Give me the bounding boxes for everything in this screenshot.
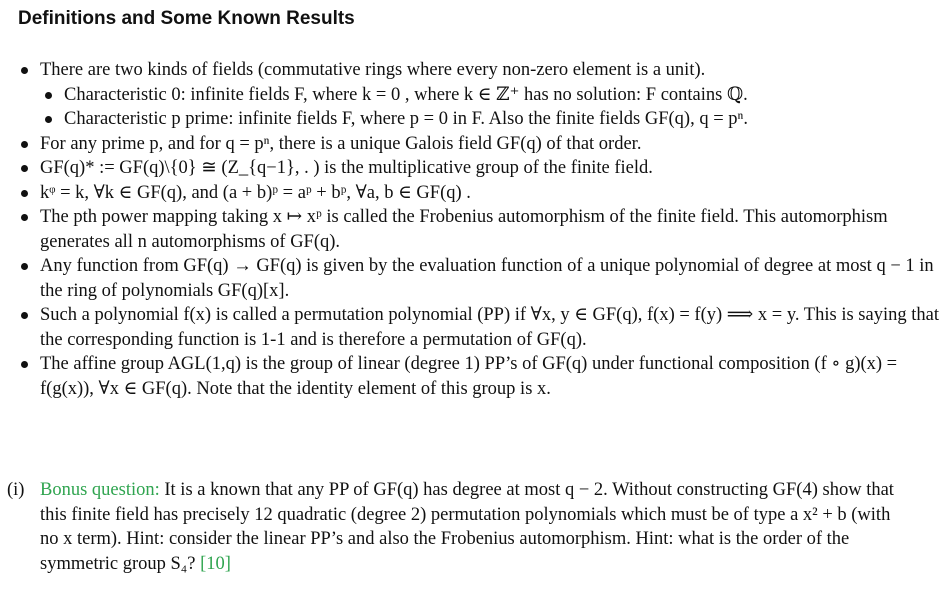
bullet-icon [21,312,28,319]
bonus-question: (i) Bonus question: It is a known that a… [0,478,939,576]
question-body: Bonus question: It is a known that any P… [0,478,939,576]
list-item: Characteristic p prime: infinite fields … [0,107,939,132]
bullet-icon [21,361,28,368]
list-item: The pth power mapping taking x ↦ xᵖ is c… [0,205,939,254]
question-label: Bonus question: [40,480,160,500]
section-heading: Definitions and Some Known Results [18,8,355,29]
question-marks: [10] [200,553,231,574]
bullet-icon [45,116,52,123]
list-item: Such a polynomial f(x) is called a permu… [0,303,939,352]
list-item: Characteristic 0: infinite fields F, whe… [0,83,939,108]
bullet-icon [21,67,28,74]
question-number: (i) [7,480,25,500]
bullet-icon [21,263,28,270]
list-item: kᵠ = k, ∀k ∈ GF(q), and (a + b)ᵖ = aᵖ + … [0,181,939,206]
bullet-icon [21,165,28,172]
bullet-icon [21,140,28,148]
question-text: It is a known that any PP of GF(q) has d… [40,480,894,574]
list-item: Any function from GF(q) → GF(q) is given… [0,254,939,303]
definitions-list: There are two kinds of fields (commutati… [0,58,939,401]
list-item: The affine group AGL(1,q) is the group o… [0,352,939,401]
bullet-icon [45,91,52,99]
list-item: GF(q)* := GF(q)\{0} ≅ (Z_{q−1}, . ) is t… [0,156,939,181]
bullet-icon [21,214,28,221]
bullet-icon [21,189,28,197]
list-item: For any prime p, and for q = pⁿ, there i… [0,132,939,157]
list-item: There are two kinds of fields (commutati… [0,58,939,83]
